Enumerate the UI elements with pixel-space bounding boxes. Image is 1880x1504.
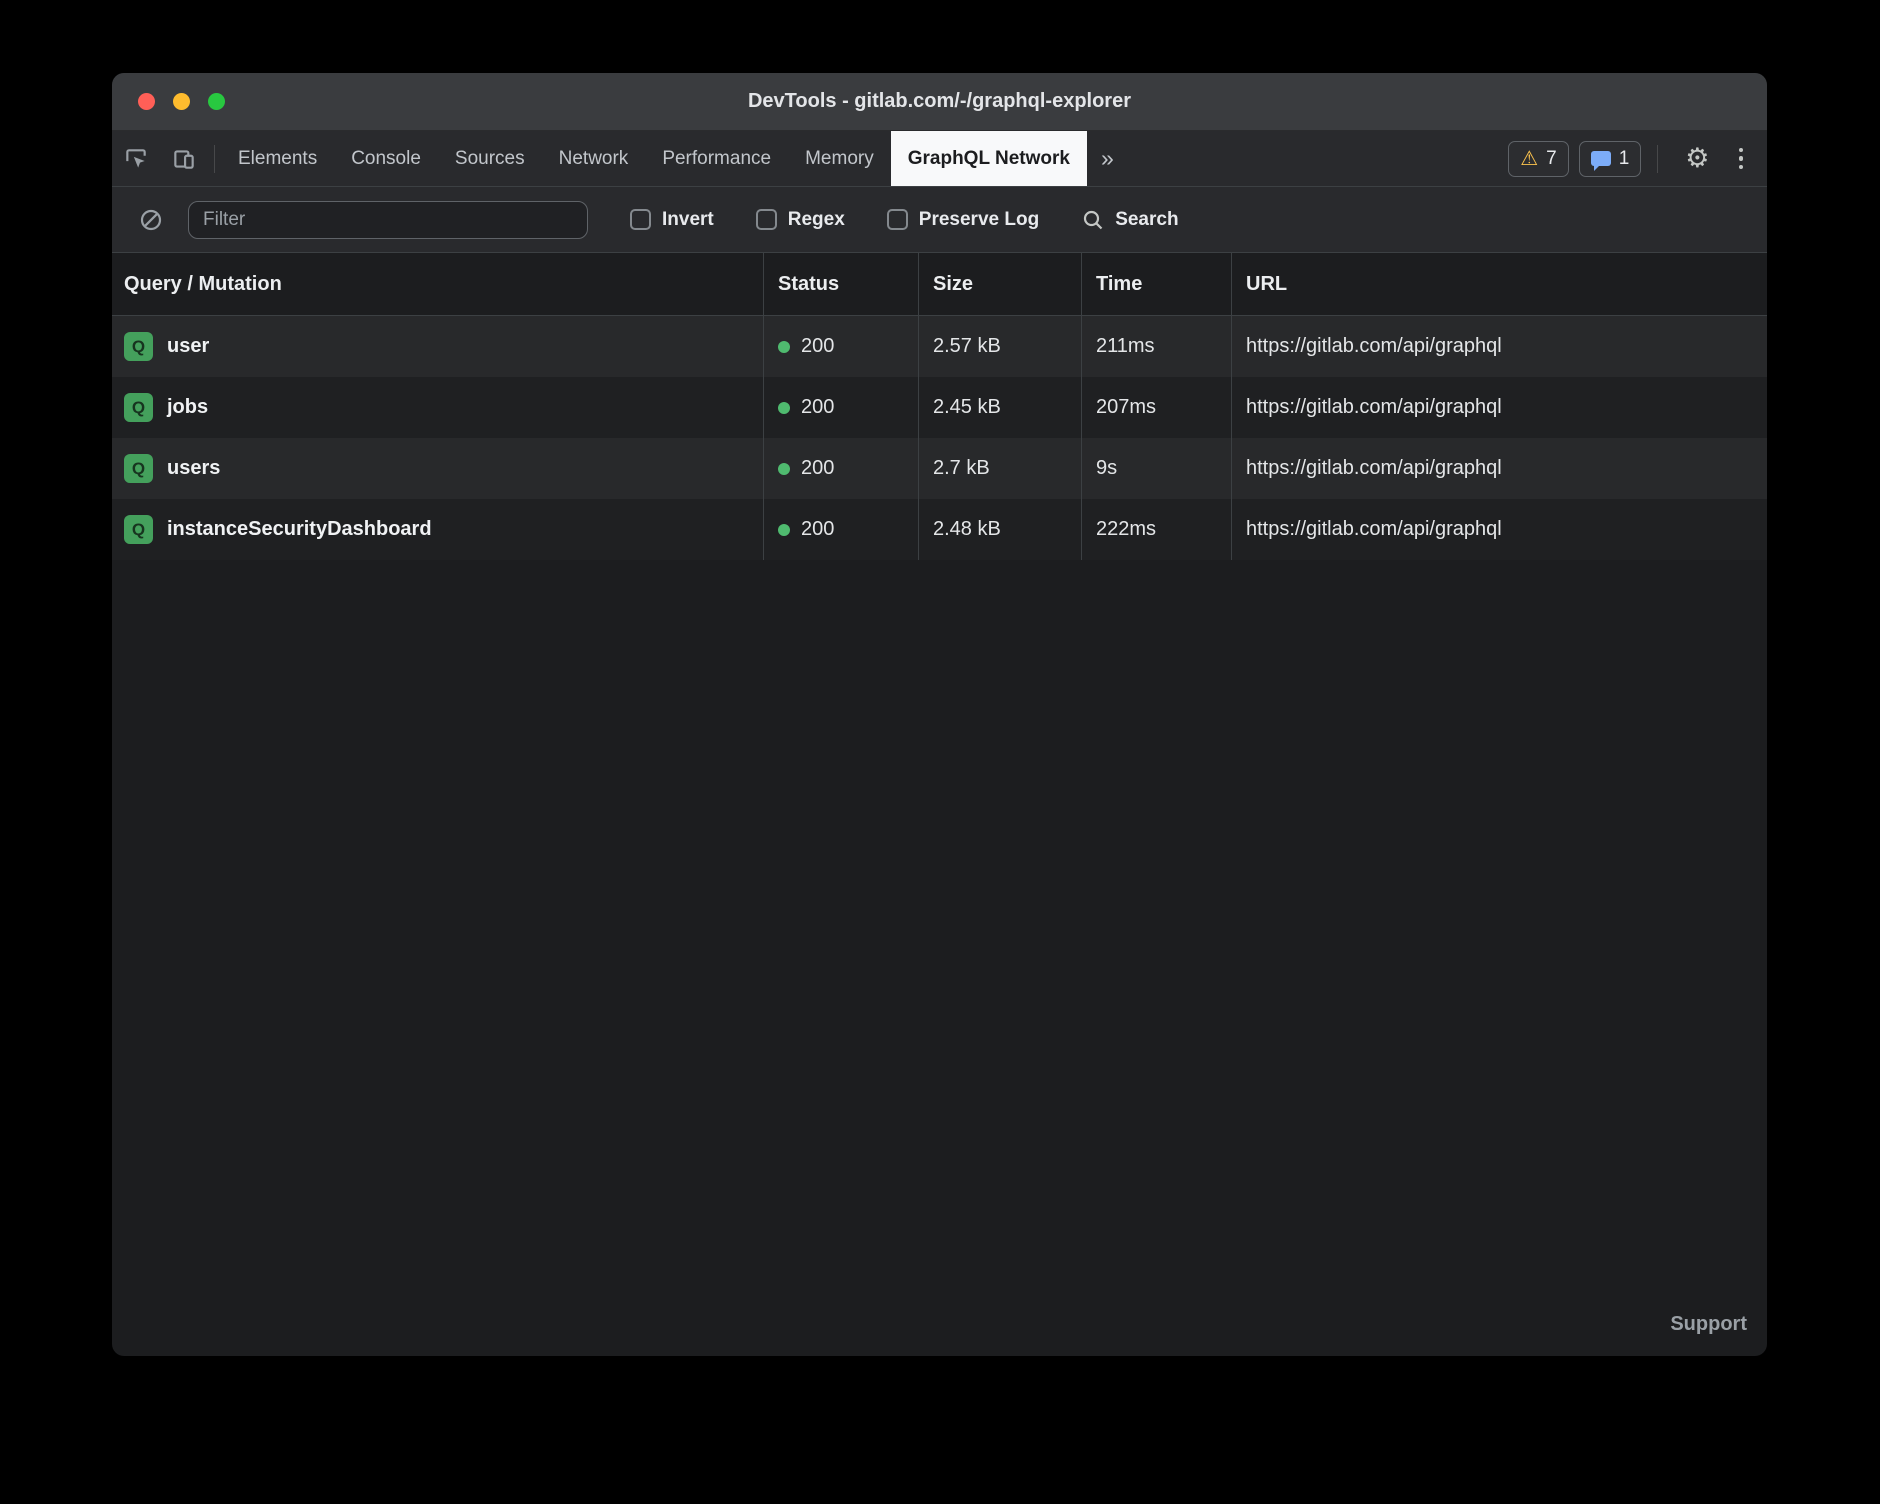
warning-icon: ⚠ — [1520, 149, 1538, 169]
message-icon — [1591, 151, 1611, 166]
divider — [1657, 145, 1658, 173]
invert-checkbox-group: Invert — [630, 209, 714, 231]
query-name: instanceSecurityDashboard — [167, 518, 432, 541]
status-code: 200 — [801, 518, 834, 541]
status-code: 200 — [801, 457, 834, 480]
console-warnings-badge[interactable]: ⚠ 7 — [1508, 141, 1569, 177]
devtools-tabbar: Elements Console Sources Network Perform… — [112, 131, 1767, 187]
url-cell: https://gitlab.com/api/graphql — [1231, 499, 1767, 560]
query-cell: Q instanceSecurityDashboard — [112, 499, 763, 560]
devtools-window: DevTools - gitlab.com/-/graphql-explorer… — [112, 73, 1767, 1356]
search-icon — [1081, 208, 1105, 232]
url-cell: https://gitlab.com/api/graphql — [1231, 316, 1767, 377]
tab-console[interactable]: Console — [334, 131, 438, 186]
divider — [214, 145, 215, 173]
status-cell: 200 — [763, 316, 918, 377]
table-row[interactable]: Q instanceSecurityDashboard 200 2.48 kB … — [112, 499, 1767, 560]
tab-memory[interactable]: Memory — [788, 131, 891, 186]
status-ok-icon — [778, 402, 790, 414]
tab-performance[interactable]: Performance — [645, 131, 788, 186]
column-header-url[interactable]: URL — [1231, 253, 1767, 315]
query-badge: Q — [124, 515, 153, 544]
regex-label: Regex — [788, 209, 845, 231]
url-cell: https://gitlab.com/api/graphql — [1231, 377, 1767, 438]
settings-gear-icon[interactable]: ⚙ — [1674, 145, 1720, 172]
window-title: DevTools - gitlab.com/-/graphql-explorer — [748, 90, 1131, 113]
size-cell: 2.48 kB — [918, 499, 1081, 560]
preserve-log-checkbox-group: Preserve Log — [887, 209, 1039, 231]
query-badge: Q — [124, 332, 153, 361]
message-count: 1 — [1619, 148, 1630, 170]
titlebar: DevTools - gitlab.com/-/graphql-explorer — [112, 73, 1767, 131]
close-window-button[interactable] — [138, 93, 155, 110]
query-cell: Q jobs — [112, 377, 763, 438]
inspect-element-icon[interactable] — [112, 131, 160, 186]
time-cell: 207ms — [1081, 377, 1231, 438]
warning-count: 7 — [1546, 148, 1557, 170]
column-header-time[interactable]: Time — [1081, 253, 1231, 315]
status-ok-icon — [778, 524, 790, 536]
column-header-query[interactable]: Query / Mutation — [112, 253, 763, 315]
query-badge: Q — [124, 393, 153, 422]
query-name: user — [167, 335, 209, 358]
filter-input[interactable] — [188, 201, 588, 239]
url-cell: https://gitlab.com/api/graphql — [1231, 438, 1767, 499]
invert-label: Invert — [662, 209, 714, 231]
size-cell: 2.45 kB — [918, 377, 1081, 438]
preserve-log-checkbox[interactable] — [887, 209, 908, 230]
column-header-size[interactable]: Size — [918, 253, 1081, 315]
table-row[interactable]: Q jobs 200 2.45 kB 207ms https://gitlab.… — [112, 377, 1767, 438]
more-options-icon[interactable] — [1731, 148, 1752, 170]
regex-checkbox-group: Regex — [756, 209, 845, 231]
invert-checkbox[interactable] — [630, 209, 651, 230]
query-badge: Q — [124, 454, 153, 483]
query-cell: Q users — [112, 438, 763, 499]
minimize-window-button[interactable] — [173, 93, 190, 110]
preserve-log-label: Preserve Log — [919, 209, 1039, 231]
table-header: Query / Mutation Status Size Time URL — [112, 253, 1767, 316]
filter-toolbar: Invert Regex Preserve Log Search — [112, 187, 1767, 253]
query-cell: Q user — [112, 316, 763, 377]
status-cell: 200 — [763, 377, 918, 438]
zoom-window-button[interactable] — [208, 93, 225, 110]
size-cell: 2.57 kB — [918, 316, 1081, 377]
more-tabs-button[interactable]: » — [1087, 131, 1128, 186]
query-name: jobs — [167, 396, 208, 419]
tabbar-right-controls: ⚠ 7 1 ⚙ — [1508, 131, 1767, 186]
table-row[interactable]: Q users 200 2.7 kB 9s https://gitlab.com… — [112, 438, 1767, 499]
status-cell: 200 — [763, 499, 918, 560]
tab-network[interactable]: Network — [542, 131, 646, 186]
query-name: users — [167, 457, 220, 480]
tab-sources[interactable]: Sources — [438, 131, 542, 186]
tab-elements[interactable]: Elements — [221, 131, 334, 186]
table-body: Q user 200 2.57 kB 211ms https://gitlab.… — [112, 316, 1767, 560]
clear-log-icon[interactable] — [128, 208, 174, 232]
regex-checkbox[interactable] — [756, 209, 777, 230]
status-code: 200 — [801, 396, 834, 419]
status-cell: 200 — [763, 438, 918, 499]
size-cell: 2.7 kB — [918, 438, 1081, 499]
time-cell: 222ms — [1081, 499, 1231, 560]
time-cell: 9s — [1081, 438, 1231, 499]
toggle-device-toolbar-icon[interactable] — [160, 131, 208, 186]
tab-graphql-network[interactable]: GraphQL Network — [891, 131, 1087, 186]
search-label: Search — [1115, 209, 1178, 231]
status-ok-icon — [778, 463, 790, 475]
table-row[interactable]: Q user 200 2.57 kB 211ms https://gitlab.… — [112, 316, 1767, 377]
status-code: 200 — [801, 335, 834, 358]
column-header-status[interactable]: Status — [763, 253, 918, 315]
search-button[interactable]: Search — [1081, 208, 1178, 232]
console-messages-badge[interactable]: 1 — [1579, 141, 1642, 177]
time-cell: 211ms — [1081, 316, 1231, 377]
support-link[interactable]: Support — [1670, 1313, 1747, 1336]
status-ok-icon — [778, 341, 790, 353]
traffic-lights — [138, 73, 225, 130]
